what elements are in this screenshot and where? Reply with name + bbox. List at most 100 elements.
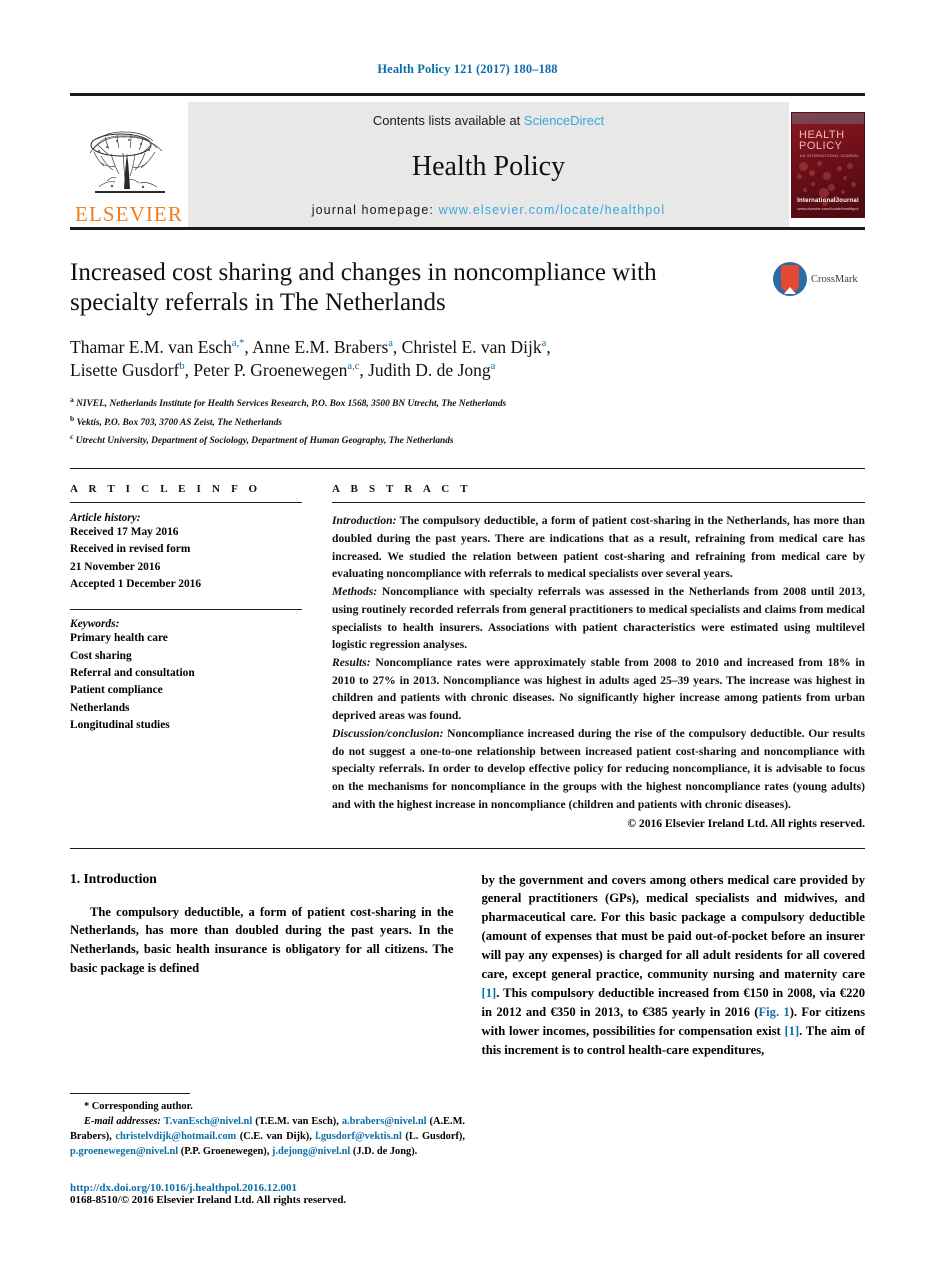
abstract-section: Introduction: The compulsory deductible,… (332, 514, 865, 581)
email-link[interactable]: l.gusdorf@vektis.nl (315, 1131, 401, 1142)
author-name: Christel E. van Dijk (401, 337, 542, 357)
affiliation-marker: c (70, 432, 74, 442)
journal-masthead: ELSEVIER Contents lists available at Sci… (70, 93, 865, 227)
crossmark-icon (773, 262, 807, 296)
author-affiliation-marker: a (490, 361, 496, 373)
abstract-column: A B S T R A C T Introduction: The compul… (332, 483, 865, 830)
author-line-1: Thamar E.M. van Escha,*, Anne E.M. Brabe… (70, 337, 551, 357)
article-page: Health Policy 121 (2017) 180–188 ELSEVIE… (0, 0, 935, 1266)
figure-link-fig1[interactable]: Fig. 1 (758, 1005, 789, 1019)
abstract-copyright: © 2016 Elsevier Ireland Ltd. All rights … (627, 816, 865, 830)
email-addresses-note: E-mail addresses: T.vanEsch@nivel.nl (T.… (70, 1115, 465, 1157)
cover-title: HEALTH POLICY (792, 124, 864, 152)
doi-block: http://dx.doi.org/10.1016/j.healthpol.20… (70, 1182, 490, 1206)
homepage-prefix: journal homepage: (311, 203, 439, 217)
affiliation-item: c Utrecht University, Department of Soci… (70, 432, 454, 447)
email-owner: (T.E.M. van Esch) (255, 1115, 337, 1127)
abstract-section: Results: Noncompliance rates were approx… (332, 655, 865, 723)
reference-link-2[interactable]: [1] (784, 1024, 799, 1038)
footnote-rule (70, 1092, 190, 1094)
article-info-column: A R T I C L E I N F O Article history: R… (70, 483, 302, 829)
keyword-item: Referral and consultation (70, 667, 195, 680)
affiliation-item: a NIVEL, Netherlands Institute for Healt… (70, 395, 507, 410)
abstract-body: Introduction: The compulsory deductible,… (332, 512, 865, 813)
doi-link[interactable]: http://dx.doi.org/10.1016/j.healthpol.20… (70, 1182, 490, 1194)
elsevier-wordmark: ELSEVIER (75, 202, 183, 226)
abstract-section-label: Results: (332, 655, 371, 669)
keywords-label: Keywords: (70, 618, 120, 631)
title-bottom-rule (70, 468, 865, 470)
sciencedirect-link[interactable]: ScienceDirect (524, 113, 604, 128)
contents-prefix: Contents lists available at (372, 113, 524, 128)
author-list: Thamar E.M. van Escha,*, Anne E.M. Brabe… (70, 336, 759, 382)
email-link[interactable]: christelvdijk@hotmail.com (115, 1131, 236, 1142)
keyword-list: Primary health care Cost sharing Referral … (70, 630, 302, 734)
journal-cover-image: HEALTH POLICY AN INTERNATIONAL JOURNAL I… (791, 111, 865, 218)
abstract-section: Discussion/conclusion: Noncompliance inc… (332, 726, 865, 811)
article-info-heading: A R T I C L E I N F O (70, 483, 262, 496)
email-link[interactable]: j.dejong@nivel.nl (272, 1146, 350, 1157)
title-block: Increased cost sharing and changes in no… (70, 258, 865, 450)
keyword-item: Cost sharing (70, 649, 132, 662)
intro-right-part1: by the government and covers among other… (481, 872, 866, 982)
article-history-item: Received in revised form (70, 543, 191, 556)
author-name: Thamar E.M. van Esch (70, 337, 232, 357)
journal-banner: Contents lists available at ScienceDirec… (188, 102, 789, 227)
author-line-2: Lisette Gusdorfb, Peter P. Groenewegena,… (70, 360, 496, 381)
keyword-item: Patient compliance (70, 684, 163, 697)
author-affiliation-marker: b (179, 361, 185, 373)
abstract-bottom-rule (70, 847, 865, 849)
abstract-section-label: Methods: (332, 585, 378, 599)
elsevier-logo: ELSEVIER (70, 102, 188, 227)
email-addresses-label: E-mail addresses: (84, 1115, 161, 1127)
cover-title-line2: POLICY (799, 139, 843, 152)
article-history-item: Accepted 1 December 2016 (70, 578, 202, 591)
author-name: Judith D. de Jong (368, 360, 491, 381)
author-affiliation-marker: a (388, 338, 393, 350)
cover-world-dots (795, 158, 861, 206)
article-history-label: Article history: (70, 512, 141, 525)
body-column-right: by the government and covers among other… (482, 871, 866, 1068)
abstract-rule (332, 502, 865, 504)
page-title: Increased cost sharing and changes in no… (70, 259, 657, 316)
cover-footer-line: www.elsevier.com/locate/healthpol (797, 205, 859, 211)
abstract-section: Methods: Noncompliance with specialty re… (332, 585, 865, 652)
running-head: Health Policy 121 (2017) 180–188 (377, 62, 558, 76)
article-history-lines: Received 17 May 2016 Received in revised … (70, 524, 302, 593)
homepage-url-link[interactable]: www.elsevier.com/locate/healthpol (439, 203, 666, 217)
body-column-left: 1. Introduction The compulsory deductibl… (70, 871, 454, 1068)
email-owner: (C.E. van Dijk) (239, 1130, 310, 1142)
email-owner: (P.P. Groenewegen) (180, 1145, 267, 1157)
journal-homepage-line: journal homepage: www.elsevier.com/locat… (312, 203, 666, 217)
body-columns: 1. Introduction The compulsory deductibl… (70, 871, 865, 1068)
author-name: Lisette Gusdorf (70, 360, 180, 381)
affiliation-marker: b (70, 413, 75, 423)
reference-link-1[interactable]: [1] (482, 986, 497, 1000)
email-link[interactable]: a.brabers@nivel.nl (342, 1116, 427, 1127)
author-name: Anne E.M. Brabers (252, 337, 389, 357)
abstract-section-label: Introduction: (332, 514, 397, 528)
keywords-rule (70, 609, 302, 611)
cover-footer-logo: InternationalJournal (797, 197, 859, 204)
elsevier-tree-icon (89, 131, 165, 193)
keyword-item: Netherlands (70, 701, 130, 714)
journal-cover-block: HEALTH POLICY AN INTERNATIONAL JOURNAL I… (789, 102, 865, 227)
email-link[interactable]: p.groenewegen@nivel.nl (70, 1146, 178, 1157)
intro-paragraph-left: The compulsory deductible, a form of pat… (70, 904, 454, 976)
abstract-section-label: Discussion/conclusion: (332, 726, 444, 740)
masthead-bottom-rule (70, 227, 865, 230)
abstract-heading: A B S T R A C T (332, 483, 472, 496)
email-link[interactable]: T.vanEsch@nivel.nl (164, 1116, 253, 1127)
email-owner: (J.D. de Jong) (352, 1145, 415, 1157)
author-affiliation-marker: a,* (231, 338, 245, 350)
intro-paragraph-right: by the government and covers among other… (482, 871, 866, 1060)
crossmark-badge[interactable]: CrossMark (773, 258, 865, 296)
keyword-item: Longitudinal studies (70, 719, 170, 732)
cover-topbar (792, 112, 864, 124)
author-affiliation-marker: a,c (347, 361, 360, 373)
article-history-item: Received 17 May 2016 (70, 526, 179, 539)
section-heading-introduction: 1. Introduction (70, 870, 157, 886)
affiliation-item: b Vektis, P.O. Box 703, 3700 AS Zeist, T… (70, 413, 283, 428)
affiliation-list: a NIVEL, Netherlands Institute for Healt… (70, 394, 759, 450)
email-owner: (L. Gusdorf) (405, 1130, 463, 1142)
